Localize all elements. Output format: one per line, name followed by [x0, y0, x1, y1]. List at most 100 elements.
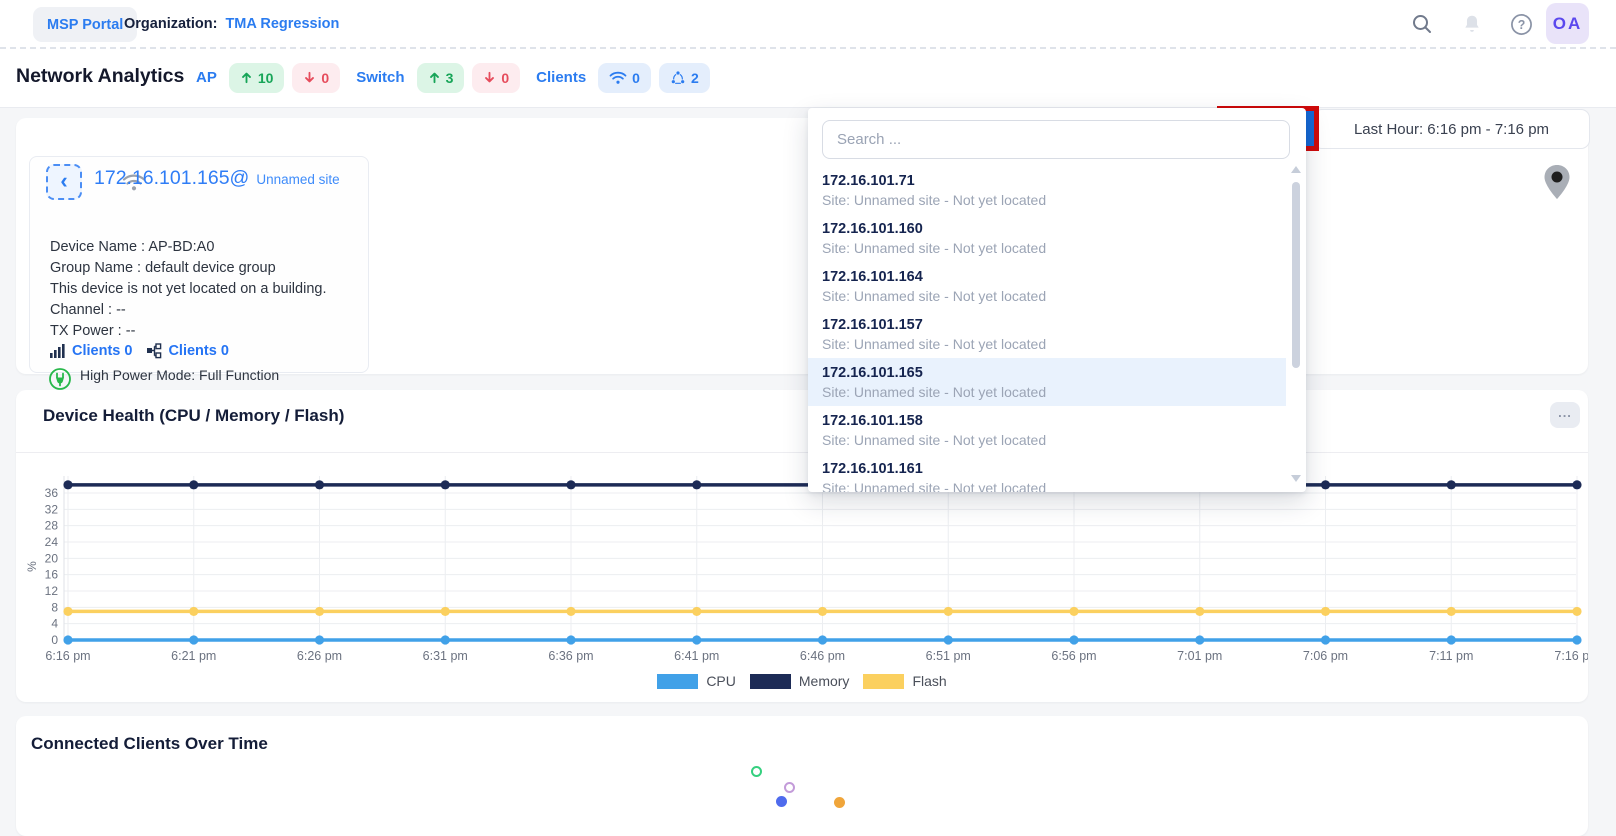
notifications-bell-icon[interactable] [1457, 9, 1487, 39]
svg-text:%: % [25, 561, 39, 572]
user-avatar[interactable]: OA [1546, 3, 1589, 44]
svg-text:16: 16 [45, 568, 59, 582]
power-plug-icon [48, 367, 72, 391]
channel-value: Channel : -- [50, 302, 126, 318]
page-title: Network Analytics [16, 65, 184, 88]
clients-wireless-badge: 0 [598, 63, 651, 93]
device-option-site: Site: Unnamed site - Not yet located [822, 239, 1286, 258]
power-mode: High Power Mode: Full Function [80, 367, 279, 383]
connected-clients-title: Connected Clients Over Time [31, 734, 268, 754]
device-option[interactable]: 172.16.101.165Site: Unnamed site - Not y… [808, 358, 1286, 406]
device-option[interactable]: 172.16.101.161Site: Unnamed site - Not y… [808, 454, 1286, 492]
svg-text:?: ? [1517, 17, 1525, 31]
scroll-down-arrow-icon[interactable] [1291, 475, 1301, 482]
device-option-site: Site: Unnamed site - Not yet located [822, 431, 1286, 450]
legend-swatch [863, 674, 904, 689]
arrow-up-icon [240, 71, 253, 84]
device-dropdown-panel: 172.16.101.71Site: Unnamed site - Not ye… [808, 108, 1306, 492]
arrow-up-icon [428, 71, 441, 84]
svg-text:6:21 pm: 6:21 pm [171, 649, 216, 663]
device-option-ip: 172.16.101.71 [822, 172, 1286, 191]
location-note: This device is not yet located on a buil… [50, 281, 326, 297]
device-option-site: Site: Unnamed site - Not yet located [822, 191, 1286, 210]
device-option[interactable]: 172.16.101.157Site: Unnamed site - Not y… [808, 310, 1286, 358]
signal-bars-icon [50, 344, 66, 358]
legend-item[interactable]: CPU [657, 673, 736, 689]
switch-down-badge: 0 [472, 63, 520, 93]
svg-text:6:16 pm: 6:16 pm [45, 649, 90, 663]
wired-clients-link[interactable]: Clients 0 [168, 343, 228, 359]
legend-item[interactable]: Flash [863, 673, 946, 689]
clients-label: Clients [536, 69, 586, 86]
switch-up-badge: 3 [417, 63, 465, 93]
device-health-card: Device Health (CPU / Memory / Flash) ...… [16, 390, 1588, 702]
group-name: Group Name : default device group [50, 260, 276, 276]
device-option-site: Site: Unnamed site - Not yet located [822, 479, 1286, 492]
device-option-ip: 172.16.101.165 [822, 364, 1286, 383]
device-option-list: 172.16.101.71Site: Unnamed site - Not ye… [808, 166, 1286, 492]
svg-text:6:41 pm: 6:41 pm [674, 649, 719, 663]
page-header: Network Analytics AP 10 0 Switch 3 0 Cli… [0, 49, 1616, 108]
svg-text:6:31 pm: 6:31 pm [423, 649, 468, 663]
loader-dot [784, 782, 795, 793]
wireless-clients-link[interactable]: Clients 0 [72, 343, 132, 359]
svg-text:0: 0 [51, 633, 58, 647]
svg-text:20: 20 [45, 551, 59, 565]
organization-row: Organization: TMA Regression [124, 0, 339, 47]
device-name: Device Name : AP-BD:A0 [50, 239, 214, 255]
ap-label: AP [196, 69, 217, 86]
dropdown-scrollbar[interactable] [1290, 160, 1302, 486]
svg-text:36: 36 [45, 486, 59, 500]
help-icon[interactable]: ? [1506, 9, 1536, 39]
svg-text:32: 32 [45, 502, 59, 516]
scrollbar-thumb[interactable] [1292, 182, 1300, 368]
chart-legend: CPU Memory Flash [16, 673, 1588, 689]
device-option-ip: 172.16.101.160 [822, 220, 1286, 239]
svg-text:7:16 pm: 7:16 pm [1554, 649, 1588, 663]
scroll-up-arrow-icon[interactable] [1291, 166, 1301, 173]
topology-icon [146, 343, 162, 359]
mesh-cluster-icon [670, 70, 686, 86]
back-button[interactable]: ‹ [46, 164, 82, 200]
wifi-icon [609, 70, 627, 85]
legend-label: CPU [706, 673, 736, 689]
device-option[interactable]: 172.16.101.164Site: Unnamed site - Not y… [808, 262, 1286, 310]
device-option[interactable]: 172.16.101.160Site: Unnamed site - Not y… [808, 214, 1286, 262]
organization-name-link[interactable]: TMA Regression [225, 16, 339, 32]
clients-wired-badge: 2 [659, 63, 710, 93]
svg-text:6:46 pm: 6:46 pm [800, 649, 845, 663]
msp-portal-button[interactable]: MSP Portal [33, 7, 137, 42]
svg-text:6:56 pm: 6:56 pm [1051, 649, 1096, 663]
legend-item[interactable]: Memory [750, 673, 850, 689]
device-stats: AP 10 0 Switch 3 0 Clients 0 [196, 49, 710, 106]
svg-text:8: 8 [51, 600, 58, 614]
svg-text:4: 4 [51, 617, 58, 631]
ap-up-badge: 10 [229, 63, 285, 93]
svg-text:6:36 pm: 6:36 pm [548, 649, 593, 663]
time-range-selector[interactable]: Last Hour: 6:16 pm - 7:16 pm [1313, 109, 1590, 149]
top-bar: MSP Portal Organization: TMA Regression … [0, 0, 1616, 49]
device-ip: 172.16.101.165@ [94, 167, 249, 190]
device-option[interactable]: 172.16.101.158Site: Unnamed site - Not y… [808, 406, 1286, 454]
svg-text:28: 28 [45, 519, 59, 533]
organization-label: Organization: [124, 16, 217, 32]
map-pin-icon [1542, 164, 1572, 200]
device-site-link[interactable]: Unnamed site [256, 172, 339, 187]
legend-swatch [657, 674, 698, 689]
connected-clients-card: Connected Clients Over Time [16, 716, 1588, 836]
svg-text:7:11 pm: 7:11 pm [1429, 649, 1473, 663]
svg-text:7:01 pm: 7:01 pm [1177, 649, 1222, 663]
legend-label: Memory [799, 673, 850, 689]
svg-text:6:26 pm: 6:26 pm [297, 649, 342, 663]
search-icon[interactable] [1407, 9, 1437, 39]
device-option-ip: 172.16.101.164 [822, 268, 1286, 287]
device-search-input[interactable] [822, 120, 1290, 159]
device-option-ip: 172.16.101.161 [822, 460, 1286, 479]
device-option[interactable]: 172.16.101.71Site: Unnamed site - Not ye… [808, 166, 1286, 214]
device-option-site: Site: Unnamed site - Not yet located [822, 383, 1286, 402]
legend-label: Flash [912, 673, 946, 689]
loader-dot [834, 797, 845, 808]
clients-row: Clients 0 Clients 0 [50, 343, 229, 359]
device-option-ip: 172.16.101.158 [822, 412, 1286, 431]
legend-swatch [750, 674, 791, 689]
